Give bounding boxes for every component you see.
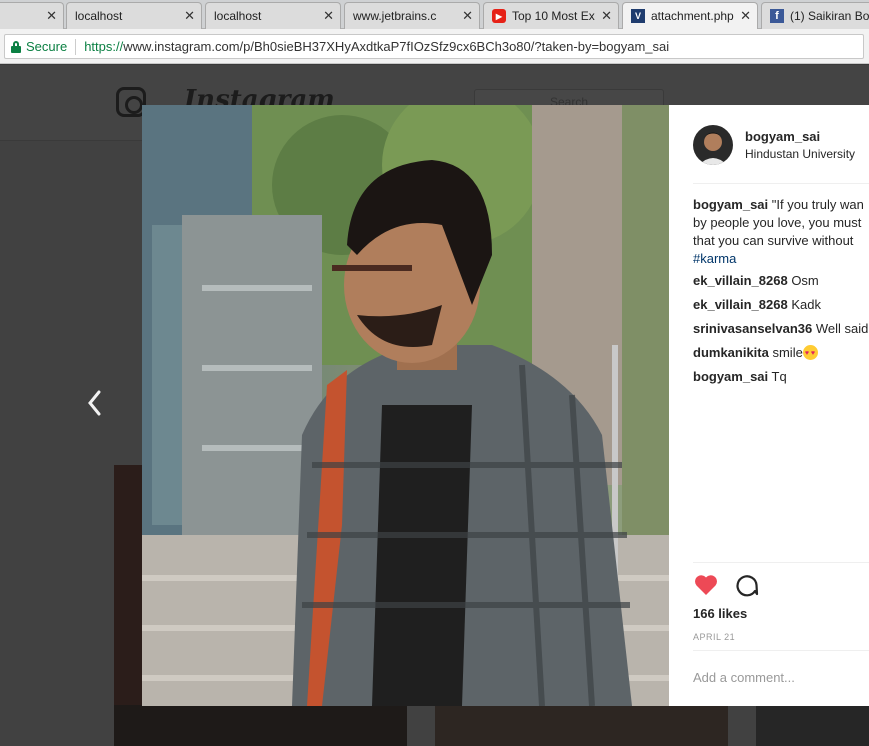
avatar-image	[693, 125, 733, 165]
url-field[interactable]: Secure https:// www.instagram.com/p/Bh0s…	[4, 34, 864, 59]
close-icon[interactable]: ✕	[46, 8, 57, 24]
like-heart-icon[interactable]	[693, 573, 719, 597]
comment-bubble-icon[interactable]	[735, 573, 759, 597]
post-author: bogyam_sai Hindustan University	[693, 125, 855, 165]
grid-thumbnail[interactable]	[435, 705, 728, 746]
add-comment-input[interactable]: Add a comment...	[693, 670, 795, 685]
caption-username[interactable]: bogyam_sai	[693, 197, 768, 212]
chevron-left-icon	[88, 390, 101, 416]
author-location[interactable]: Hindustan University	[745, 147, 855, 161]
browser-tab-youtube[interactable]: ▶ Top 10 Most Ex ✕	[483, 2, 619, 29]
youtube-icon: ▶	[492, 9, 506, 23]
tab-title: Top 10 Most Ex	[512, 9, 595, 23]
caption-line: "If you truly wan	[768, 197, 864, 212]
caption-line: that you can survive without	[693, 233, 854, 248]
divider	[693, 650, 869, 651]
post-photo[interactable]	[142, 105, 669, 706]
address-bar: Secure https:// www.instagram.com/p/Bh0s…	[0, 29, 869, 64]
comment-username[interactable]: bogyam_sai	[693, 369, 768, 384]
tab-title: (1) Saikiran Bod	[790, 9, 869, 23]
comment-text: Osm	[787, 273, 819, 288]
post-image	[142, 105, 669, 706]
likes-count[interactable]: 166 likes	[693, 606, 747, 621]
caption-line: by people you love, you must	[693, 215, 862, 230]
url-scheme: https://	[84, 39, 124, 54]
comment-text: Kadk	[787, 297, 821, 312]
author-username[interactable]: bogyam_sai	[745, 129, 855, 144]
facebook-icon: f	[770, 9, 784, 23]
browser-tab-facebook[interactable]: f (1) Saikiran Bod	[761, 2, 869, 29]
previous-post-button[interactable]	[84, 387, 106, 419]
list-item: dumkanikita smile	[693, 344, 869, 363]
browser-tab-localhost-1[interactable]: localhost ✕	[66, 2, 202, 29]
url-text: www.instagram.com/p/Bh0sieBH37XHyAxdtkaP…	[123, 39, 670, 54]
comment-text: smile	[768, 345, 803, 360]
browser-tab-bar: ✕ localhost ✕ localhost ✕ www.jetbrains.…	[0, 0, 869, 29]
list-item: ek_villain_8268 Osm	[693, 272, 869, 290]
comment-username[interactable]: ek_villain_8268	[693, 273, 788, 288]
post-date[interactable]: APRIL 21	[693, 632, 735, 642]
vp-icon: V	[631, 9, 645, 23]
post-sidebar: bogyam_sai Hindustan University bogyam_s…	[669, 105, 869, 706]
close-icon[interactable]: ✕	[740, 8, 751, 24]
close-icon[interactable]: ✕	[184, 8, 195, 24]
post-actions	[693, 573, 759, 597]
avatar[interactable]	[693, 125, 733, 165]
divider	[693, 562, 869, 563]
comment-username[interactable]: dumkanikita	[693, 345, 769, 360]
close-icon[interactable]: ✕	[323, 8, 334, 24]
divider	[75, 38, 77, 55]
list-item: srinivasanselvan36 Well said	[693, 320, 869, 338]
tab-title: www.jetbrains.c	[353, 9, 437, 23]
lock-icon	[11, 40, 21, 53]
close-icon[interactable]: ✕	[601, 8, 612, 24]
comment-username[interactable]: ek_villain_8268	[693, 297, 788, 312]
browser-tab-jetbrains[interactable]: www.jetbrains.c ✕	[344, 2, 480, 29]
grid-thumbnail[interactable]	[114, 705, 407, 746]
tab-title: localhost	[75, 9, 123, 23]
heart-eyes-emoji-icon	[802, 345, 818, 363]
post-caption: bogyam_sai "If you truly wan by people y…	[693, 196, 869, 268]
comment-text: Tq	[768, 369, 787, 384]
grid-thumbnail[interactable]	[114, 465, 144, 746]
grid-thumbnail[interactable]	[756, 705, 869, 746]
comment-username[interactable]: srinivasanselvan36	[693, 321, 812, 336]
browser-tab-localhost-2[interactable]: localhost ✕	[205, 2, 341, 29]
browser-tab-attachment[interactable]: V attachment.php ✕	[622, 2, 758, 29]
close-icon[interactable]: ✕	[462, 8, 473, 24]
tab-title: localhost	[214, 9, 262, 23]
hashtag-link[interactable]: #karma	[693, 251, 736, 266]
browser-tab-0[interactable]: ✕	[0, 2, 64, 29]
secure-label: Secure	[26, 39, 68, 54]
list-item: ek_villain_8268 Kadk	[693, 296, 869, 314]
list-item: bogyam_sai Tq	[693, 368, 869, 386]
comment-text: Well said	[812, 321, 869, 336]
divider	[693, 183, 869, 184]
tab-title: attachment.php	[651, 9, 734, 23]
comments-list: bogyam_sai "If you truly wan by people y…	[693, 196, 869, 392]
